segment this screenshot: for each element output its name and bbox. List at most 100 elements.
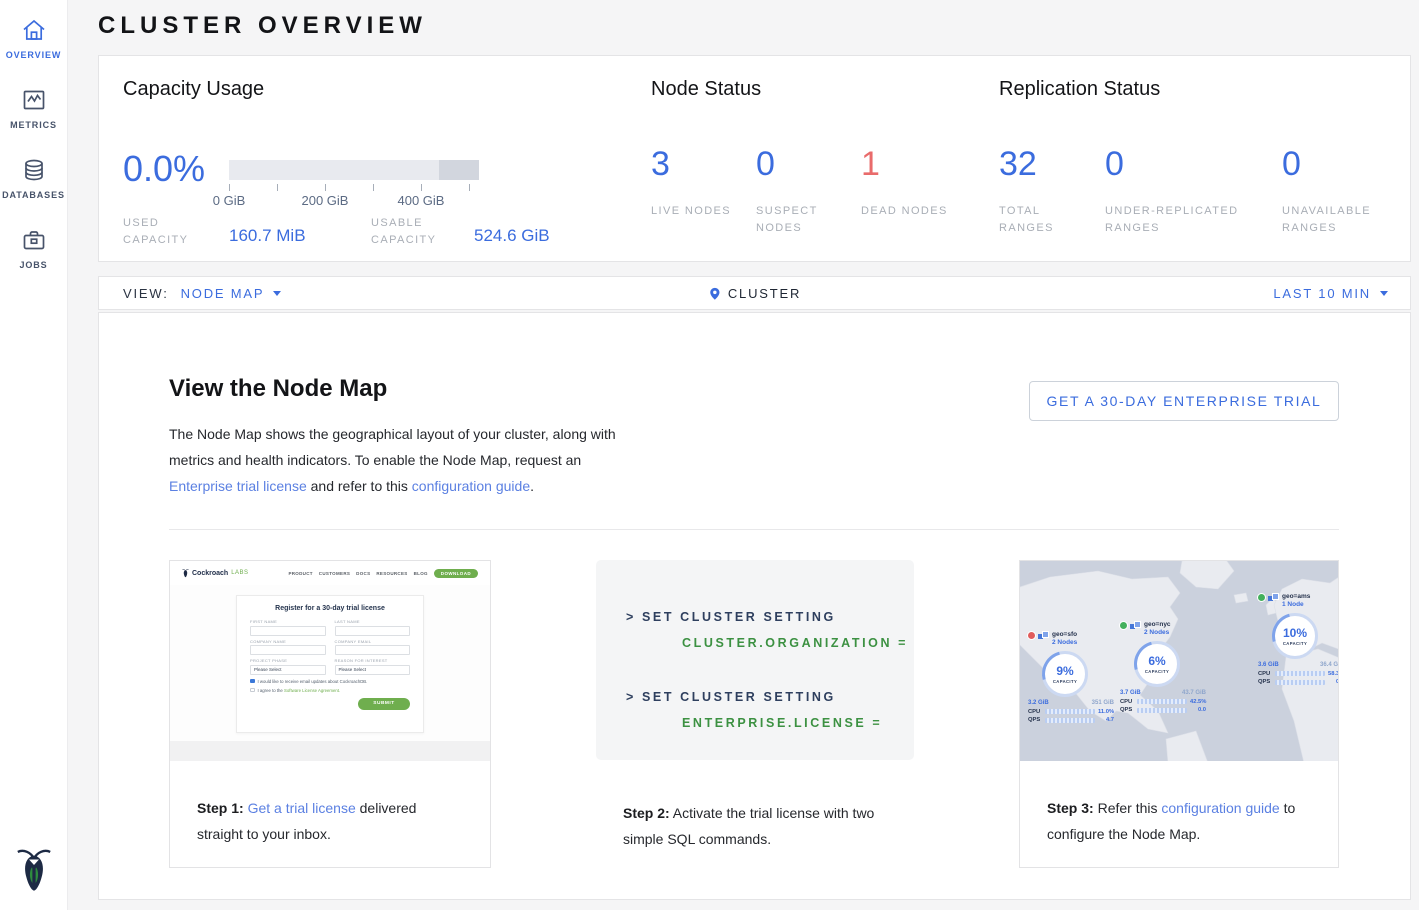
qps-bar (1137, 708, 1187, 713)
field-input (335, 645, 411, 655)
capacity-label: CAPACITY (1053, 679, 1077, 684)
step-label: Step 3: (1047, 800, 1094, 816)
get-enterprise-trial-button[interactable]: GET A 30-DAY ENTERPRISE TRIAL (1029, 381, 1339, 421)
capacity-axis-ticks (229, 184, 479, 191)
dead-nodes-label: DEAD NODES (861, 203, 956, 220)
field-label: COMPANY EMAIL (335, 639, 411, 644)
minisite-form-title: Register for a 30-day trial license (250, 605, 410, 612)
minisite-footer-band (170, 741, 490, 761)
location-label: CLUSTER (728, 286, 801, 301)
field-label: REASON FOR INTEREST (335, 658, 411, 663)
node-status-title: Node Status (651, 78, 966, 101)
sidebar-item-jobs[interactable]: JOBS (0, 210, 67, 280)
trial-license-site-screenshot: CockroachLABS PRODUCTCUSTOMERSDOCSRESOUR… (170, 561, 490, 761)
chevron-down-icon (273, 291, 281, 296)
step3-card: geo=sfo 2 Nodes 9% CAPACITY 3.2 GiB 351 GiB… (1019, 560, 1339, 868)
tick-label: 400 GiB (398, 193, 445, 208)
code-line: CLUSTER.ORGANIZATION = (626, 630, 914, 656)
qps-label: QPS (1258, 679, 1272, 685)
capacity-percent: 0.0% (123, 148, 205, 190)
qps-bar (1275, 680, 1325, 685)
unavailable-ranges-value: 0 (1282, 145, 1377, 183)
locality-name: geo=sfo (1052, 631, 1077, 639)
minisite-nav-item: RESOURCES (376, 571, 407, 576)
node-status-section: Node Status 3 LIVE NODES 0 SUSPECT NODES… (651, 78, 966, 237)
minisite-field: FIRST NAME (250, 619, 326, 636)
sidebar-item-metrics[interactable]: METRICS (0, 70, 67, 140)
capacity-label: CAPACITY (1283, 641, 1307, 646)
get-trial-license-link[interactable]: Get a trial license (248, 800, 356, 816)
field-input (335, 626, 411, 636)
qps-label: QPS (1028, 717, 1042, 723)
code-command: SET CLUSTER SETTING (642, 690, 836, 704)
metrics-icon (20, 86, 48, 114)
total-ranges-label: TOTAL RANGES (999, 203, 1094, 237)
cpu-value: 58.3% (1328, 671, 1338, 677)
sidebar-item-databases[interactable]: DATABASES (0, 140, 67, 210)
checkbox-icon (250, 688, 255, 693)
replication-status-title: Replication Status (999, 78, 1377, 101)
total-ranges-value: 32 (999, 145, 1105, 183)
tick-label: 0 GiB (213, 193, 246, 208)
live-nodes-stat: 3 LIVE NODES (651, 145, 756, 237)
under-replicated-ranges-stat: 0 UNDER-REPLICATED RANGES (1105, 145, 1282, 237)
sidebar-item-label: DATABASES (2, 190, 65, 200)
minisite-field: COMPANY EMAIL (335, 639, 411, 656)
total-capacity: 351 GiB (1092, 700, 1114, 706)
cpu-label: CPU (1258, 671, 1272, 677)
configuration-guide-link[interactable]: configuration guide (412, 478, 530, 494)
step-text: Refer this (1094, 800, 1162, 816)
sidebar-item-label: METRICS (10, 120, 57, 130)
total-ranges-stat: 32 TOTAL RANGES (999, 145, 1105, 237)
replication-status-section: Replication Status 32 TOTAL RANGES 0 UND… (999, 78, 1377, 237)
capacity-gauge: 6%CAPACITY (1134, 641, 1180, 687)
capacity-percent: 9% (1056, 665, 1073, 677)
usable-capacity-label: USABLE CAPACITY (371, 215, 463, 249)
dead-nodes-stat: 1 DEAD NODES (861, 145, 966, 237)
live-nodes-label: LIVE NODES (651, 203, 746, 220)
status-dot-green-icon (1120, 622, 1127, 629)
status-dot-red-icon (1028, 632, 1035, 639)
view-selector-value: NODE MAP (181, 286, 265, 301)
nodemap-node-nyc: geo=nyc2 Nodes 6%CAPACITY 3.7 GiB43.7 Gi… (1120, 621, 1212, 713)
node-cubes-icon (1268, 593, 1279, 603)
cockroachdb-logo (16, 844, 52, 894)
location-breadcrumb[interactable]: CLUSTER (708, 285, 801, 302)
description-text: and refer to this (307, 478, 412, 494)
enterprise-trial-license-link[interactable]: Enterprise trial license (169, 478, 307, 494)
field-input (250, 645, 326, 655)
sidebar-item-label: JOBS (19, 260, 47, 270)
field-input (250, 626, 326, 636)
cpu-bar (1137, 699, 1187, 704)
field-label: FIRST NAME (250, 619, 326, 624)
used-capacity-value: 160.7 MiB (229, 226, 306, 246)
tick-label: 200 GiB (302, 193, 349, 208)
code-line: > SET CLUSTER SETTING (626, 604, 914, 630)
used-capacity-label: USED CAPACITY (123, 215, 215, 249)
minisite-nav-item: DOCS (356, 571, 370, 576)
time-range-dropdown[interactable]: LAST 10 MIN (1273, 286, 1410, 301)
cpu-bar (1275, 671, 1325, 676)
minisite-brand-text: Cockroach (192, 570, 228, 577)
sidebar-item-overview[interactable]: OVERVIEW (0, 0, 67, 70)
step2-card: > SET CLUSTER SETTING CLUSTER.ORGANIZATI… (596, 560, 914, 868)
used-capacity: 3.2 GiB (1028, 700, 1049, 706)
view-selector-dropdown[interactable]: NODE MAP (181, 286, 282, 301)
qps-label: QPS (1120, 707, 1134, 713)
minisite-nav: PRODUCTCUSTOMERSDOCSRESOURCESBLOGDOWNLOA… (288, 569, 478, 578)
checkbox-label: I would like to receive email updates ab… (258, 679, 368, 684)
node-map-description: The Node Map shows the geographical layo… (169, 421, 631, 499)
time-range-value: LAST 10 MIN (1273, 286, 1371, 301)
configuration-guide-link[interactable]: configuration guide (1161, 800, 1279, 816)
view-bar: VIEW: NODE MAP CLUSTER LAST 10 MIN (98, 276, 1411, 310)
used-capacity: 3.7 GiB (1120, 690, 1141, 696)
chevron-down-icon (1380, 291, 1388, 296)
cpu-value: 42.5% (1190, 699, 1206, 705)
cpu-bar (1045, 709, 1095, 714)
node-count: 2 Nodes (1144, 629, 1171, 637)
node-cubes-icon (1130, 621, 1141, 631)
minisite-nav-item: CUSTOMERS (319, 571, 350, 576)
live-nodes-value: 3 (651, 145, 756, 183)
cluster-summary-panel: Capacity Usage 0.0% 0 GiB 200 GiB 400 Gi… (98, 55, 1411, 262)
step3-caption: Step 3: Refer this configuration guide t… (1020, 761, 1338, 847)
